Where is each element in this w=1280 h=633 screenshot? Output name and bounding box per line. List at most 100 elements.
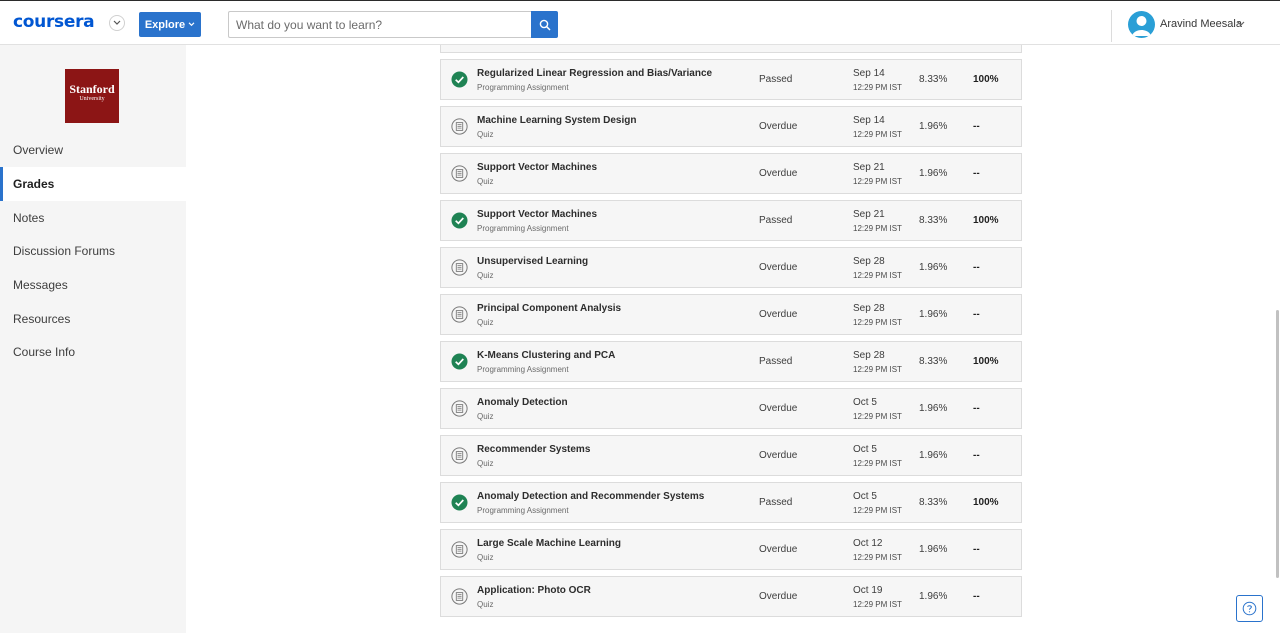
- assignment-weight: 1.96%: [919, 450, 948, 461]
- assignment-status: Passed: [759, 215, 793, 226]
- assignment-status: Overdue: [759, 309, 798, 320]
- assignment-grade: 100%: [973, 497, 999, 508]
- sidebar-item-messages[interactable]: Messages: [0, 268, 186, 302]
- assignment-title[interactable]: Anomaly Detection and Recommender System…: [477, 491, 704, 502]
- sidebar-item-grades[interactable]: Grades: [0, 167, 186, 201]
- university-name: Stanford: [69, 82, 115, 96]
- assignment-weight: 8.33%: [919, 356, 948, 367]
- grades-row[interactable]: Support Vector Machines Programming Assig…: [440, 200, 1022, 241]
- assignment-status: Overdue: [759, 262, 798, 273]
- search-button[interactable]: [531, 11, 558, 38]
- due-time: 12:29 PM IST: [853, 553, 902, 562]
- grades-row[interactable]: Principal Component Analysis Quiz Overdue S…: [440, 294, 1022, 335]
- assignment-title[interactable]: Anomaly Detection: [477, 397, 568, 408]
- assignment-type: Quiz: [477, 553, 494, 562]
- assignment-weight: 1.96%: [919, 309, 948, 320]
- grades-row[interactable]: Machine Learning System Design Quiz Overdu…: [440, 106, 1022, 147]
- due-time: 12:29 PM IST: [853, 83, 902, 92]
- due-date: Oct 12: [853, 538, 883, 549]
- sidebar-item-notes[interactable]: Notes: [0, 201, 186, 235]
- assignment-title[interactable]: Application: Photo OCR: [477, 585, 591, 596]
- due-date: Sep 14: [853, 68, 885, 79]
- grades-row[interactable]: Anomaly Detection Quiz Overdue Oct 5 12:29 P…: [440, 388, 1022, 429]
- assignment-grade: --: [973, 450, 980, 461]
- due-time: 12:29 PM IST: [853, 177, 902, 186]
- grades-row[interactable]: K-Means Clustering and PCA Programming As…: [440, 341, 1022, 382]
- assignment-status: Passed: [759, 74, 793, 85]
- assignment-type: Programming Assignment: [477, 506, 569, 515]
- check-circle-icon: [451, 353, 468, 370]
- assignment-grade: --: [973, 309, 980, 320]
- assignment-weight: 1.96%: [919, 168, 948, 179]
- assignment-title[interactable]: Support Vector Machines: [477, 209, 597, 220]
- grades-row[interactable]: Recommender Systems Quiz Overdue Oct 5 12:29…: [440, 435, 1022, 476]
- quiz-icon: [451, 400, 468, 417]
- assignment-grade: --: [973, 591, 980, 602]
- course-sidebar: Stanford University Overview Grades Note…: [0, 45, 186, 633]
- assignment-grade: 100%: [973, 356, 999, 367]
- header-divider: [1111, 10, 1112, 42]
- assignment-type: Programming Assignment: [477, 224, 569, 233]
- grades-row[interactable]: Unsupervised Learning Quiz Overdue Sep 28 12…: [440, 247, 1022, 288]
- assignment-title[interactable]: Regularized Linear Regression and Bias/V…: [477, 68, 712, 79]
- assignment-title[interactable]: K-Means Clustering and PCA: [477, 350, 615, 361]
- check-circle-icon: [451, 494, 468, 511]
- due-time: 12:29 PM IST: [853, 318, 902, 327]
- assignment-title[interactable]: Recommender Systems: [477, 444, 590, 455]
- assignment-weight: 8.33%: [919, 497, 948, 508]
- chevron-down-icon: [188, 22, 195, 27]
- assignment-grade: --: [973, 168, 980, 179]
- user-name[interactable]: Aravind Meesala: [1160, 18, 1242, 30]
- sidebar-item-discussion-forums[interactable]: Discussion Forums: [0, 234, 186, 268]
- due-time: 12:29 PM IST: [853, 365, 902, 374]
- due-date: Sep 14: [853, 115, 885, 126]
- search-input[interactable]: [228, 11, 531, 38]
- assignment-title[interactable]: Machine Learning System Design: [477, 115, 637, 126]
- due-date: Oct 5: [853, 397, 877, 408]
- explore-button[interactable]: Explore: [139, 12, 201, 37]
- assignment-title[interactable]: Support Vector Machines: [477, 162, 597, 173]
- assignment-title[interactable]: Unsupervised Learning: [477, 256, 588, 267]
- help-icon: [1242, 601, 1257, 616]
- due-time: 12:29 PM IST: [853, 600, 902, 609]
- help-button[interactable]: [1236, 595, 1263, 622]
- grades-row[interactable]: Anomaly Detection and Recommender System…: [440, 482, 1022, 523]
- avatar[interactable]: [1128, 11, 1155, 38]
- assignment-grade: --: [973, 121, 980, 132]
- grades-row[interactable]: Large Scale Machine Learning Quiz Overdue O…: [440, 529, 1022, 570]
- grades-row[interactable]: Regularized Linear Regression and Bias/V…: [440, 59, 1022, 100]
- due-date: Sep 28: [853, 256, 885, 267]
- assignment-grade: 100%: [973, 215, 999, 226]
- assignment-type: Quiz: [477, 177, 494, 186]
- chevron-down-icon[interactable]: [109, 15, 125, 31]
- check-circle-icon: [451, 212, 468, 229]
- assignment-title[interactable]: Principal Component Analysis: [477, 303, 621, 314]
- due-date: Oct 19: [853, 585, 883, 596]
- grades-row[interactable]: Application: Photo OCR Quiz Overdue Oct 19 1…: [440, 576, 1022, 617]
- due-time: 12:29 PM IST: [853, 412, 902, 421]
- assignment-weight: 8.33%: [919, 215, 948, 226]
- assignment-grade: --: [973, 262, 980, 273]
- assignment-type: Quiz: [477, 318, 494, 327]
- assignment-grade: 100%: [973, 74, 999, 85]
- assignment-weight: 1.96%: [919, 403, 948, 414]
- assignment-title[interactable]: Large Scale Machine Learning: [477, 538, 621, 549]
- due-date: Oct 5: [853, 444, 877, 455]
- coursera-logo[interactable]: coursera: [13, 12, 95, 32]
- sidebar-item-overview[interactable]: Overview: [0, 133, 186, 167]
- chevron-down-icon[interactable]: [1237, 21, 1245, 27]
- sidebar-item-course-info[interactable]: Course Info: [0, 335, 186, 369]
- due-date: Sep 28: [853, 350, 885, 361]
- assignment-grade: --: [973, 403, 980, 414]
- grades-row[interactable]: Support Vector Machines Quiz Overdue Sep 21…: [440, 153, 1022, 194]
- due-date: Sep 21: [853, 209, 885, 220]
- sidebar-item-resources[interactable]: Resources: [0, 302, 186, 336]
- explore-label: Explore: [144, 18, 186, 31]
- assignment-grade: --: [973, 544, 980, 555]
- assignment-weight: 8.33%: [919, 74, 948, 85]
- quiz-icon: [451, 165, 468, 182]
- assignment-type: Programming Assignment: [477, 83, 569, 92]
- scrollbar[interactable]: [1276, 310, 1279, 578]
- assignment-status: Passed: [759, 356, 793, 367]
- quiz-icon: [451, 118, 468, 135]
